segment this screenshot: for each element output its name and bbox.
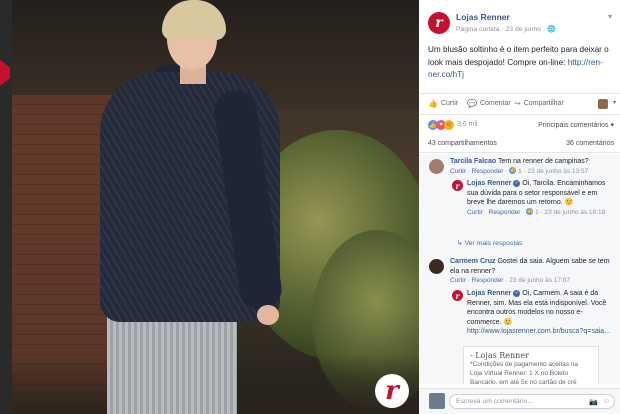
- comment-input[interactable]: Escreva um comentário... 📷 ☺: [449, 394, 615, 409]
- post-actions: 👍 Curtir 💬 Comentar ↪ Compartilhar ▾: [419, 93, 620, 115]
- comment-placeholder: Escreva um comentário...: [456, 398, 534, 405]
- post-as-avatar[interactable]: [598, 99, 608, 109]
- replier-name[interactable]: Lojas Renner: [467, 290, 511, 297]
- reply-link[interactable]: http://www.lojasrenner.com.br/busca?q=sa…: [467, 327, 615, 337]
- thumbs-up-icon: 👍: [428, 99, 438, 108]
- page-avatar[interactable]: r: [428, 12, 450, 34]
- post-header: r Lojas Renner Página curtida · 23 de ju…: [419, 0, 620, 40]
- comment-like-link[interactable]: Curtir: [450, 277, 466, 284]
- comment-text: Tem na renner de campinas?: [498, 158, 589, 165]
- share-button[interactable]: ↪ Compartilhar: [514, 99, 564, 108]
- avatar[interactable]: [429, 159, 444, 174]
- reply-like-link[interactable]: Curtir: [467, 209, 483, 216]
- commenter-name[interactable]: Tarcila Falcao: [450, 158, 496, 165]
- link-preview-card[interactable]: - Lojas Renner *Condições de pagamento a…: [463, 346, 599, 384]
- card-description: *Condições de pagamento aceitas na Loja …: [470, 361, 579, 384]
- reactions-bar[interactable]: 👍 ♥ ☺ 3,6 mil Principais comentários ▾: [419, 117, 620, 135]
- comment-time[interactable]: 23 de junho às 17:07: [509, 277, 570, 284]
- post-photo[interactable]: r: [12, 0, 419, 414]
- reply-time[interactable]: 23 de junho às 18:18: [544, 209, 605, 216]
- post-text: Um blusão soltinho é o item perfeito par…: [428, 44, 616, 82]
- share-icon: ↪: [514, 99, 521, 108]
- verified-icon: ✓: [513, 289, 521, 297]
- avatar[interactable]: r: [452, 180, 463, 191]
- comment-count[interactable]: 36 comentários: [566, 140, 614, 147]
- like-count-icon: 👍: [509, 167, 517, 175]
- renner-watermark-logo: r: [375, 374, 409, 408]
- comment-reply-link[interactable]: Responder: [472, 277, 504, 284]
- avatar[interactable]: r: [452, 290, 463, 301]
- wow-reaction-icon: ☺: [444, 120, 454, 130]
- card-title: - Lojas Renner: [470, 351, 529, 360]
- page-name-link[interactable]: Lojas Renner: [456, 12, 510, 22]
- like-count-icon: 👍: [526, 208, 534, 216]
- avatar[interactable]: [429, 259, 444, 274]
- left-gutter: [0, 0, 12, 414]
- comment-composer: Escreva um comentário... 📷 ☺: [419, 388, 620, 414]
- comment-reply-link[interactable]: Responder: [472, 168, 504, 175]
- view-more-replies-link[interactable]: ↳ Ver mais respostas: [457, 239, 522, 247]
- comment-button[interactable]: 💬 Comentar: [467, 99, 511, 108]
- caret-down-icon[interactable]: ▾: [613, 99, 616, 106]
- comment-list: Tarcila Falcao Tem na renner de campinas…: [419, 154, 620, 384]
- comment-time[interactable]: 23 de junho às 13:57: [527, 168, 588, 175]
- emoji-icon[interactable]: ☺: [603, 398, 610, 405]
- comment: Tarcila Falcao Tem na renner de campinas…: [450, 158, 589, 175]
- reply: Lojas Renner ✓ Oi, Tarcila. Encaminhamos…: [467, 179, 606, 216]
- comment-like-link[interactable]: Curtir: [450, 168, 466, 175]
- like-button[interactable]: 👍 Curtir: [428, 99, 458, 108]
- reply: Lojas Renner ✓ Oi, Carmem. A saia é da R…: [467, 289, 615, 337]
- avatar: [429, 393, 445, 409]
- comment-icon: 💬: [467, 99, 477, 108]
- post-stats: 43 compartilhamentos 36 comentários: [419, 137, 620, 153]
- verified-icon: ✓: [513, 179, 521, 187]
- comment: Carmem Cruz Gostei da saia. Alguem sabe …: [450, 258, 610, 284]
- prev-arrow-icon[interactable]: [0, 60, 10, 86]
- reply-reply-link[interactable]: Responder: [489, 209, 521, 216]
- reaction-count[interactable]: 3,6 mil: [457, 121, 478, 128]
- post-side-panel: r Lojas Renner Página curtida · 23 de ju…: [419, 0, 620, 414]
- comment-sort-dropdown[interactable]: Principais comentários ▾: [538, 121, 614, 129]
- replier-name[interactable]: Lojas Renner: [467, 180, 511, 187]
- chevron-down-icon[interactable]: ▾: [608, 12, 612, 21]
- camera-icon[interactable]: 📷: [589, 398, 598, 406]
- post-meta: Página curtida · 23 de junho · 🌐: [456, 26, 556, 33]
- commenter-name[interactable]: Carmem Cruz: [450, 258, 496, 265]
- share-count[interactable]: 43 compartilhamentos: [428, 140, 497, 147]
